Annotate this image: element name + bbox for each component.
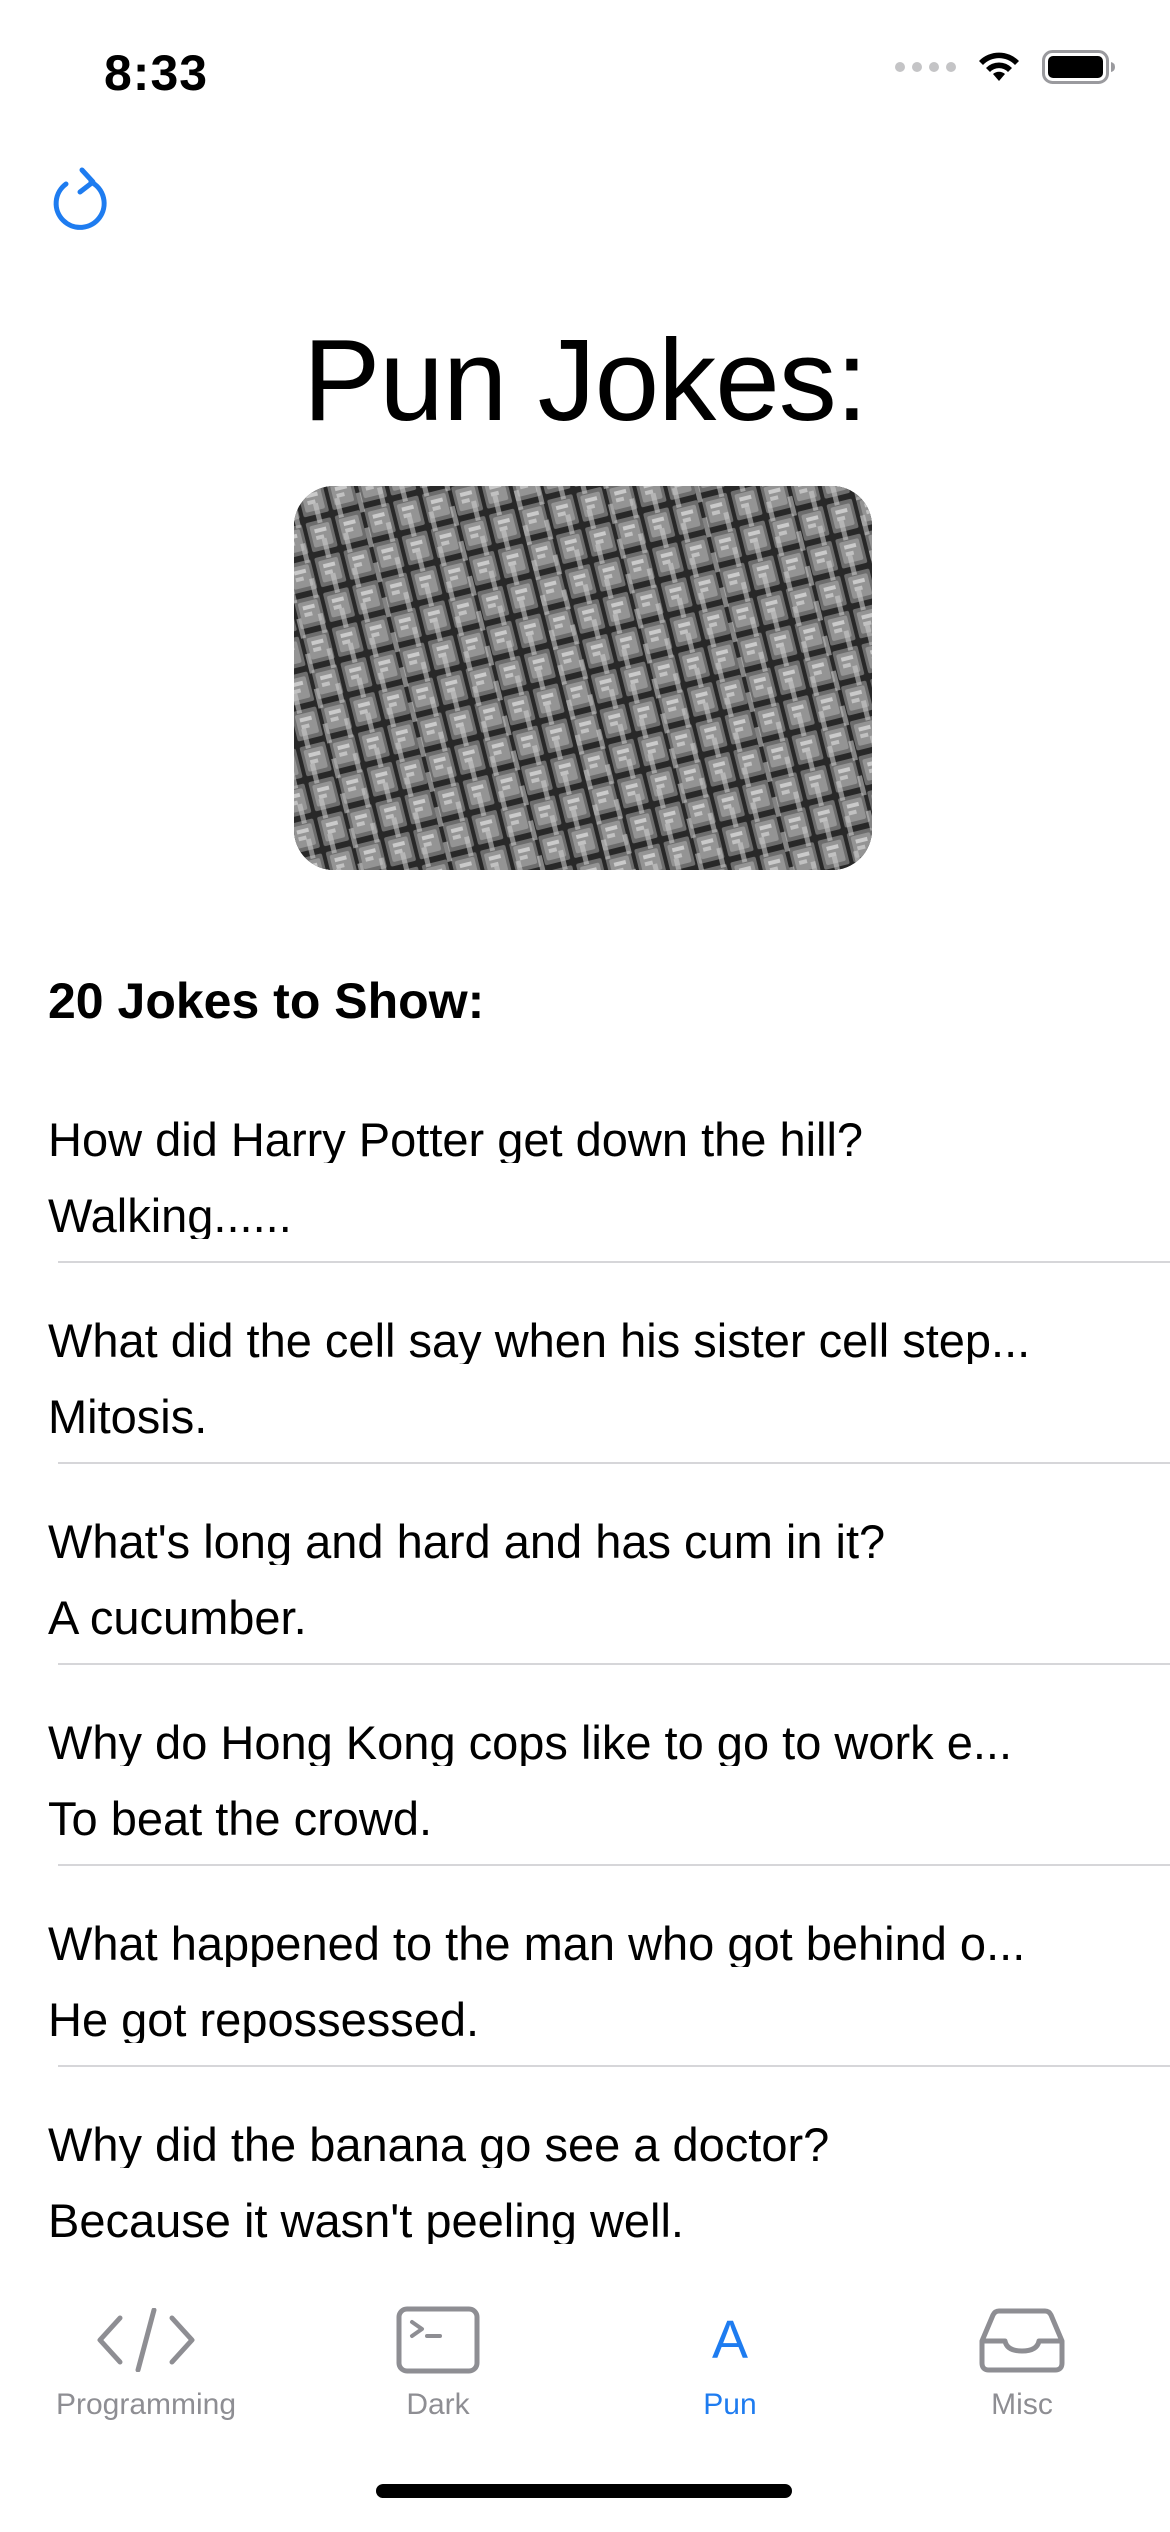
cellular-signal-icon xyxy=(895,62,956,72)
battery-icon xyxy=(1042,50,1115,84)
screen: 8:33 Pun Jokes: 20 Jokes to Show: How di… xyxy=(0,0,1170,2532)
joke-row[interactable]: What did the cell say when his sister ce… xyxy=(0,1263,1170,1464)
joke-punchline: Because it wasn't peeling well. xyxy=(48,2197,684,2244)
code-brackets-icon xyxy=(91,2300,201,2380)
tab-label: Pun xyxy=(703,2388,757,2421)
joke-list: How did Harry Potter get down the hill? … xyxy=(0,1062,1170,2268)
joke-setup: What's long and hard and has cum in it? xyxy=(48,1518,886,1565)
tab-label: Dark xyxy=(406,2388,470,2421)
letter-a-icon: A xyxy=(711,2310,749,2370)
wifi-icon xyxy=(979,52,1019,81)
joke-punchline: To beat the crowd. xyxy=(48,1795,433,1842)
tab-dark[interactable]: Dark xyxy=(292,2266,584,2436)
letterpress-type-image xyxy=(294,486,872,870)
joke-punchline: He got repossessed. xyxy=(48,1996,480,2043)
tab-misc[interactable]: Misc xyxy=(876,2266,1168,2436)
tab-label: Misc xyxy=(991,2388,1053,2421)
terminal-icon xyxy=(383,2300,493,2380)
joke-punchline: Mitosis. xyxy=(48,1393,208,1440)
joke-row[interactable]: Why do Hong Kong cops like to go to work… xyxy=(0,1665,1170,1866)
joke-punchline: A cucumber. xyxy=(48,1594,307,1641)
joke-row[interactable]: Why did the banana go see a doctor? Beca… xyxy=(0,2067,1170,2268)
joke-setup: Why do Hong Kong cops like to go to work… xyxy=(48,1719,1013,1766)
tab-pun[interactable]: A Pun xyxy=(584,2266,876,2436)
joke-row[interactable]: What's long and hard and has cum in it? … xyxy=(0,1464,1170,1665)
tab-label: Programming xyxy=(55,2388,237,2421)
status-icons xyxy=(895,50,1116,84)
tray-icon xyxy=(967,2300,1077,2380)
home-indicator[interactable] xyxy=(376,2484,792,2498)
tab-programming[interactable]: Programming xyxy=(0,2266,292,2436)
section-header: 20 Jokes to Show: xyxy=(48,973,485,1029)
joke-setup: Why did the banana go see a doctor? xyxy=(48,2121,830,2168)
status-bar: 8:33 xyxy=(0,0,1170,140)
refresh-button[interactable] xyxy=(46,166,118,238)
joke-setup: What happened to the man who got behind … xyxy=(48,1920,1026,1967)
joke-setup: What did the cell say when his sister ce… xyxy=(48,1317,1031,1364)
joke-punchline: Walking...... xyxy=(48,1192,292,1239)
arrow-clockwise-icon xyxy=(53,167,107,230)
joke-row[interactable]: What happened to the man who got behind … xyxy=(0,1866,1170,2067)
status-time: 8:33 xyxy=(104,45,209,101)
joke-setup: How did Harry Potter get down the hill? xyxy=(48,1116,864,1163)
joke-row[interactable]: How did Harry Potter get down the hill? … xyxy=(0,1062,1170,1263)
page-title: Pun Jokes: xyxy=(303,315,868,445)
